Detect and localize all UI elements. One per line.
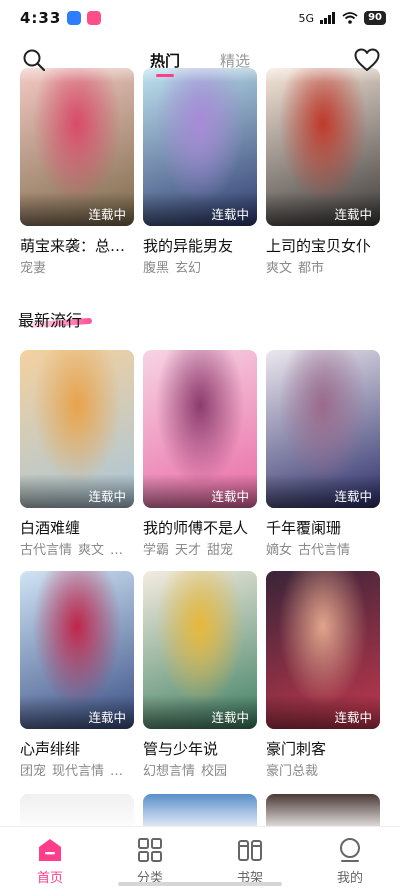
- comic-tags: 豪门总裁: [266, 763, 380, 781]
- serial-status-badge: 连载中: [266, 192, 380, 226]
- comic-tag: 甜宠: [207, 543, 234, 558]
- comic-tag: 宠妻: [20, 261, 47, 276]
- comic-card[interactable]: 连载中管与少年说幻想言情 校园: [143, 571, 257, 781]
- comic-tag: 嫡女: [266, 543, 293, 558]
- serial-status-badge: 连载中: [20, 474, 134, 508]
- serial-status-badge: 连载中: [266, 695, 380, 729]
- comic-tag: 玄幻: [175, 261, 202, 276]
- comic-tag: 爽文: [78, 543, 105, 558]
- nav-bookshelf[interactable]: 书架: [200, 827, 300, 889]
- comic-title[interactable]: 白酒难缠: [20, 518, 134, 538]
- heart-icon[interactable]: [354, 48, 380, 72]
- nav-label: 首页: [36, 871, 63, 886]
- comic-tags: 宠妻: [20, 260, 134, 278]
- comic-tag: 腹黑: [143, 261, 170, 276]
- comic-tags: 嫡女 古代言情: [266, 542, 380, 560]
- comic-cover[interactable]: 连载中: [20, 350, 134, 508]
- home-indicator: [118, 882, 282, 886]
- comic-cover[interactable]: 连载中: [20, 571, 134, 729]
- comic-cover[interactable]: 连载中: [266, 68, 380, 226]
- status-indicators: 5G 90: [299, 11, 386, 25]
- grid-icon: [138, 838, 162, 862]
- comic-tags: 爽文 都市: [266, 260, 380, 278]
- comic-card[interactable]: 连载中 我的师傅不是人 学霸 天才 甜宠: [143, 350, 257, 560]
- signal-icon: [320, 12, 336, 24]
- comic-title[interactable]: 萌宝来袭：总…: [20, 236, 134, 256]
- comic-tag: …: [110, 764, 124, 779]
- comic-card[interactable]: 连载中心声绯绯团宠 现代言情 …: [20, 571, 134, 781]
- comic-title[interactable]: 千年覆阑珊: [266, 518, 380, 538]
- comic-card[interactable]: 连载中千年覆阑珊嫡女 古代言情: [266, 350, 380, 560]
- comic-tags: 幻想言情 校园: [143, 763, 257, 781]
- category-tabs: 热门 精选: [0, 50, 400, 71]
- comic-title[interactable]: 我的师傅不是人: [143, 518, 257, 538]
- comic-title[interactable]: 管与少年说: [143, 739, 257, 759]
- battery-indicator: 90: [364, 11, 386, 25]
- comic-tags: 腹黑 玄幻: [143, 260, 257, 278]
- comic-cover[interactable]: 连载中: [266, 350, 380, 508]
- comic-cover[interactable]: 连载中: [143, 571, 257, 729]
- nav-category[interactable]: 分类: [100, 827, 200, 889]
- serial-status-badge: 连载中: [143, 695, 257, 729]
- comic-cover[interactable]: 连载中: [143, 350, 257, 508]
- home-icon: [39, 839, 61, 861]
- comic-tags: 学霸 天才 甜宠: [143, 542, 257, 560]
- comic-title[interactable]: 我的异能男友: [143, 236, 257, 256]
- comic-cover[interactable]: 连载中: [266, 571, 380, 729]
- section-title: 最新流行: [18, 311, 83, 330]
- comic-tag: 古代言情: [20, 543, 73, 558]
- comic-tag: …: [110, 543, 124, 558]
- comic-tag: 古代言情: [298, 543, 351, 558]
- comic-tag: 豪门总裁: [266, 764, 319, 779]
- comic-tag: 幻想言情: [143, 764, 196, 779]
- notification-app-icon: [67, 11, 82, 25]
- comic-tag: 都市: [298, 261, 325, 276]
- comic-cover[interactable]: 连载中: [143, 68, 257, 226]
- status-time: 4:33: [20, 9, 62, 27]
- bookshelf-icon: [238, 840, 262, 861]
- comic-title[interactable]: 豪门刺客: [266, 739, 380, 759]
- top-header: 热门 精选: [0, 42, 400, 78]
- profile-icon: [340, 838, 360, 862]
- comic-card[interactable]: 连载中萌宝来袭：总… 宠妻: [20, 68, 134, 278]
- comic-title[interactable]: 心声绯绯: [20, 739, 134, 759]
- wifi-icon: [342, 12, 358, 24]
- comic-tag: 天才: [175, 543, 202, 558]
- comic-tag: 爽文: [266, 261, 293, 276]
- nav-home[interactable]: 首页: [0, 827, 100, 889]
- comic-tag: 现代言情: [52, 764, 105, 779]
- comic-tag: 学霸: [143, 543, 170, 558]
- comic-card[interactable]: 连载中 我的异能男友 腹黑 玄幻: [143, 68, 257, 278]
- serial-status-badge: 连载中: [143, 192, 257, 226]
- comic-title[interactable]: 上司的宝贝女仆: [266, 236, 380, 256]
- nav-label: 我的: [336, 871, 363, 886]
- serial-status-badge: 连载中: [143, 474, 257, 508]
- status-bar: 4:33 5G 90: [0, 0, 400, 36]
- comic-card[interactable]: 连载中豪门刺客豪门总裁: [266, 571, 380, 781]
- serial-status-badge: 连载中: [20, 695, 134, 729]
- bottom-nav: 首页 分类 书架 我的: [0, 826, 400, 889]
- comic-card[interactable]: 连载中白酒难缠古代言情 爽文 …: [20, 350, 134, 560]
- comic-tags: 古代言情 爽文 …: [20, 542, 134, 560]
- comic-tags: 团宠 现代言情 …: [20, 763, 134, 781]
- comic-card[interactable]: 连载中 上司的宝贝女仆 爽文 都市: [266, 68, 380, 278]
- serial-status-badge: 连载中: [20, 192, 134, 226]
- network-label: 5G: [298, 11, 315, 25]
- comic-cover[interactable]: 连载中: [20, 68, 134, 226]
- tab-featured[interactable]: 精选: [220, 50, 250, 71]
- serial-status-badge: 连载中: [266, 474, 380, 508]
- tab-hot[interactable]: 热门: [150, 50, 180, 71]
- comic-tag: 校园: [201, 764, 228, 779]
- recommended-grid: 连载中 萌宝来袭：总… 宠妻 连载中 我的异能男友 腹黑 玄幻 连载中 上司的宝贝女仆 爽文 都市: [20, 68, 380, 278]
- popular-grid: 连载中 白酒难缠 古代言情 爽文… 连载中 我的师傅不是人 学霸 天才 甜宠 连载中 千年覆阑珊 嫡女…: [20, 350, 380, 781]
- nav-profile[interactable]: 我的: [300, 827, 400, 889]
- comic-tag: 团宠: [20, 764, 47, 779]
- notification-app-icon: [87, 11, 102, 25]
